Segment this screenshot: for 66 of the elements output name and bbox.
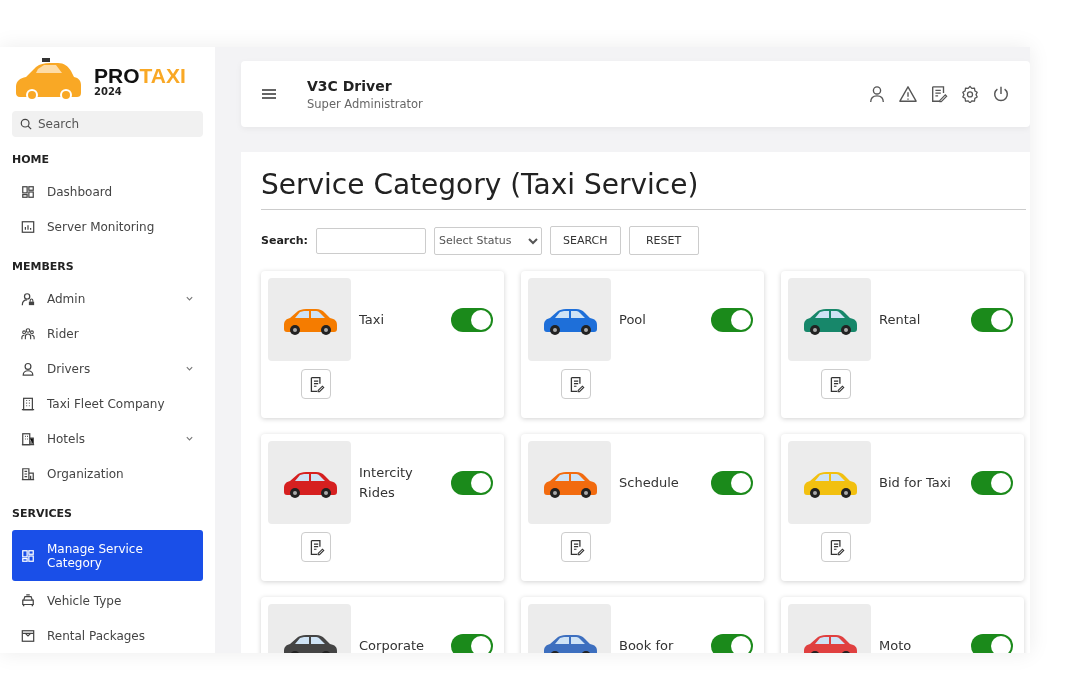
search-label: Search: bbox=[261, 234, 308, 247]
car-icon bbox=[21, 593, 35, 608]
page-title: Service Category (Taxi Service) bbox=[261, 168, 1026, 210]
category-name: Bid for Taxi bbox=[879, 473, 952, 492]
status-toggle[interactable] bbox=[971, 633, 1013, 653]
status-toggle[interactable] bbox=[451, 307, 493, 332]
category-name: Corporate bbox=[359, 636, 425, 653]
edit-button[interactable] bbox=[301, 532, 331, 562]
section-heading: MEMBERS bbox=[12, 260, 75, 273]
status-toggle[interactable] bbox=[711, 633, 753, 653]
edit-button[interactable] bbox=[301, 369, 331, 399]
status-toggle[interactable] bbox=[971, 307, 1013, 332]
nav-item[interactable]: Drivers bbox=[12, 351, 203, 386]
edit-note-icon[interactable] bbox=[930, 85, 948, 103]
category-name: Book for bbox=[619, 636, 675, 653]
category-name: Pool bbox=[619, 310, 647, 329]
people-icon bbox=[21, 326, 35, 341]
settings-icon[interactable] bbox=[961, 85, 979, 103]
nav-item[interactable]: Hotels bbox=[12, 421, 203, 456]
chart-icon bbox=[21, 219, 35, 234]
edit-button[interactable] bbox=[821, 369, 851, 399]
category-name: Intercity Rides bbox=[359, 463, 414, 502]
nav-item[interactable]: Taxi Fleet Company bbox=[12, 386, 203, 421]
nav-item[interactable]: Vehicle Type bbox=[12, 583, 203, 618]
search-input[interactable] bbox=[316, 227, 426, 254]
edit-button[interactable] bbox=[561, 369, 591, 399]
section-heading: SERVICES bbox=[12, 507, 74, 520]
nav-item[interactable]: Dashboard bbox=[12, 174, 203, 209]
grid-icon bbox=[21, 548, 35, 563]
user-lock-icon bbox=[21, 291, 35, 306]
menu-icon[interactable] bbox=[261, 88, 277, 100]
category-name: Rental bbox=[879, 310, 922, 329]
edit-button[interactable] bbox=[821, 532, 851, 562]
search-field[interactable]: Search bbox=[12, 111, 203, 137]
status-toggle[interactable] bbox=[451, 470, 493, 495]
category-name: Moto bbox=[879, 636, 913, 653]
category-name: Taxi bbox=[359, 310, 386, 329]
building-icon bbox=[21, 396, 35, 411]
building-icon bbox=[21, 466, 35, 481]
warning-icon[interactable] bbox=[899, 85, 917, 103]
nav-item[interactable]: Organization bbox=[12, 456, 203, 491]
nav-item[interactable]: Manage Service Category bbox=[12, 530, 203, 581]
brand-year: 2024 bbox=[94, 87, 123, 97]
nav-item[interactable]: Rental Packages bbox=[12, 618, 203, 653]
nav-item[interactable]: Rider bbox=[12, 316, 203, 351]
user-icon bbox=[21, 361, 35, 376]
status-toggle[interactable] bbox=[711, 470, 753, 495]
brand-name: PROTAXI bbox=[94, 65, 186, 87]
user-name: V3C Driver bbox=[307, 77, 393, 94]
edit-button[interactable] bbox=[561, 532, 591, 562]
user-role: Super Administrator bbox=[307, 96, 424, 111]
filter-button[interactable]: SEARCH bbox=[550, 226, 621, 255]
status-toggle[interactable] bbox=[711, 307, 753, 332]
box-icon bbox=[21, 628, 35, 643]
status-toggle[interactable] bbox=[451, 633, 493, 653]
user-icon[interactable] bbox=[868, 85, 886, 103]
nav-item[interactable]: Server Monitoring bbox=[12, 209, 203, 244]
building-icon bbox=[21, 431, 35, 446]
section-heading: HOME bbox=[12, 153, 51, 166]
nav-item[interactable]: Admin bbox=[12, 281, 203, 316]
power-icon[interactable] bbox=[992, 85, 1010, 103]
category-name: Schedule bbox=[619, 473, 680, 492]
status-select[interactable]: Select Status bbox=[434, 226, 542, 255]
grid-icon bbox=[21, 184, 35, 199]
filter-button[interactable]: RESET bbox=[628, 226, 699, 255]
status-toggle[interactable] bbox=[971, 470, 1013, 495]
